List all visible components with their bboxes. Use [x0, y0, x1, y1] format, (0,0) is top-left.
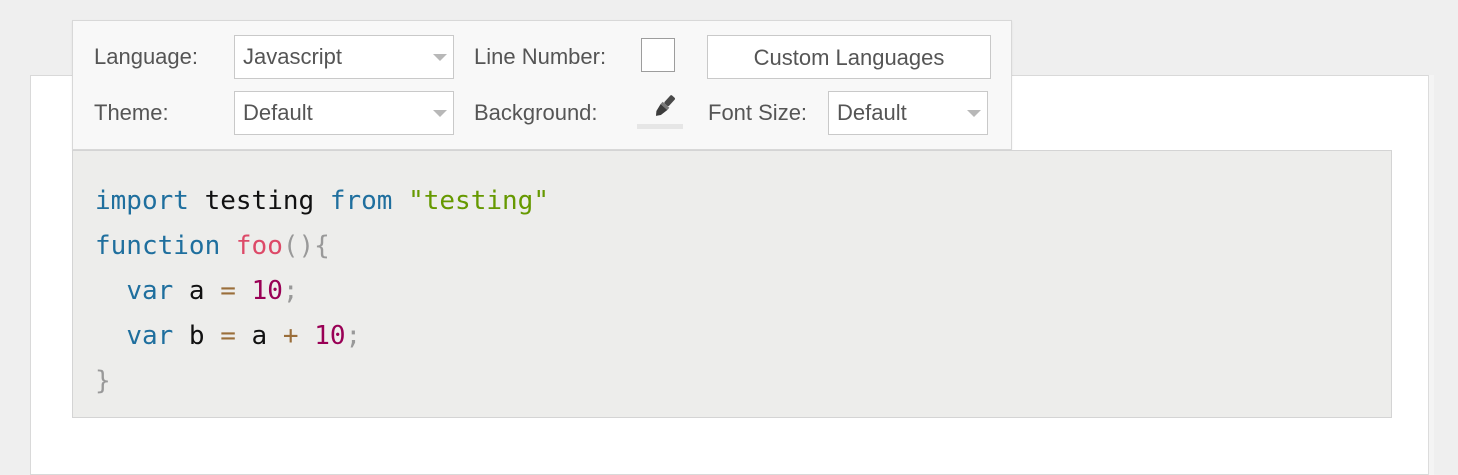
code-token-str: "testing"	[408, 186, 549, 216]
code-token-op: =	[220, 276, 236, 306]
chevron-down-icon	[967, 110, 981, 117]
code-token-ident	[299, 321, 315, 351]
code-line: function foo(){	[95, 224, 549, 269]
paint-brush-icon	[651, 93, 677, 126]
code-token-punc: ;	[282, 276, 299, 306]
code-token-op: =	[220, 321, 236, 351]
code-token-ident: a	[235, 321, 283, 351]
line-number-label: Line Number:	[474, 44, 607, 69]
language-select-value: Javascript	[243, 44, 343, 69]
code-token-ident: testing	[188, 186, 330, 216]
custom-languages-button[interactable]: Custom Languages	[707, 35, 991, 79]
code-token-fn: foo	[235, 231, 283, 261]
code-token-kw: var	[126, 276, 174, 306]
code-block[interactable]: import testing from "testing" function fo…	[72, 150, 1392, 418]
line-number-checkbox[interactable]	[641, 38, 675, 72]
code-line: }	[95, 359, 549, 404]
code-token-ident	[236, 276, 252, 306]
code-token-ident	[392, 186, 408, 216]
code-token-op: +	[282, 321, 299, 351]
theme-select-value: Default	[243, 100, 313, 125]
background-color-picker[interactable]	[637, 91, 683, 129]
chevron-down-icon	[433, 110, 447, 117]
code-token-kw: function	[95, 231, 221, 261]
font-size-select[interactable]: Default	[828, 91, 988, 135]
code-token-ident	[95, 321, 126, 351]
code-token-ident: a	[173, 276, 221, 306]
background-color-swatch	[637, 124, 683, 129]
font-size-label: Font Size:	[708, 100, 808, 125]
font-size-select-value: Default	[837, 100, 907, 125]
code-token-ident: b	[173, 321, 221, 351]
editor-card-edge	[1428, 75, 1434, 475]
code-content: import testing from "testing" function fo…	[95, 179, 549, 404]
code-token-num: 10	[314, 321, 346, 351]
code-line: var a = 10;	[95, 269, 549, 314]
code-line: var b = a + 10;	[95, 314, 549, 359]
code-token-kw: from	[329, 186, 393, 216]
theme-select[interactable]: Default	[234, 91, 454, 135]
language-select[interactable]: Javascript	[234, 35, 454, 79]
code-token-ident	[220, 231, 236, 261]
code-settings-toolbar: Language: Javascript Line Number: Custom…	[72, 20, 1012, 150]
theme-label: Theme:	[94, 100, 169, 125]
language-label: Language:	[94, 44, 198, 69]
code-token-punc: ;	[345, 321, 362, 351]
code-line: import testing from "testing"	[95, 179, 549, 224]
code-token-num: 10	[251, 276, 283, 306]
code-token-punc: (){	[282, 231, 330, 261]
code-token-punc: }	[95, 366, 111, 396]
chevron-down-icon	[433, 54, 447, 61]
code-token-ident	[95, 276, 126, 306]
background-label: Background:	[474, 100, 598, 125]
code-token-kw: import	[95, 186, 189, 216]
code-token-kw: var	[126, 321, 174, 351]
